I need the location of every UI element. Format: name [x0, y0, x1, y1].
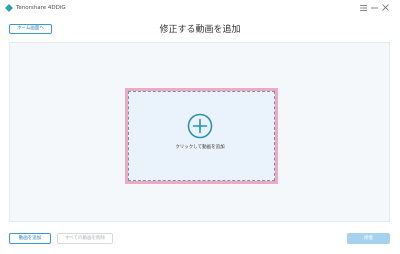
minimize-icon[interactable]: [370, 3, 379, 12]
app-logo-icon: [5, 4, 13, 12]
close-icon[interactable]: [381, 3, 390, 12]
add-video-button[interactable]: 動画を追加: [9, 233, 51, 244]
drop-zone-label[interactable]: クリックして動画を追加: [0, 144, 400, 152]
remove-all-videos-button[interactable]: すべての動画を削除: [57, 233, 113, 244]
plus-circle-icon[interactable]: [187, 113, 213, 139]
title-bar: Tenorshare 4DDiG: [0, 0, 400, 16]
menu-icon[interactable]: [359, 3, 368, 12]
page-title: 修正する動画を追加: [159, 25, 241, 35]
repair-button[interactable]: 修復: [347, 233, 390, 244]
app-name: Tenorshare 4DDiG: [16, 5, 66, 11]
